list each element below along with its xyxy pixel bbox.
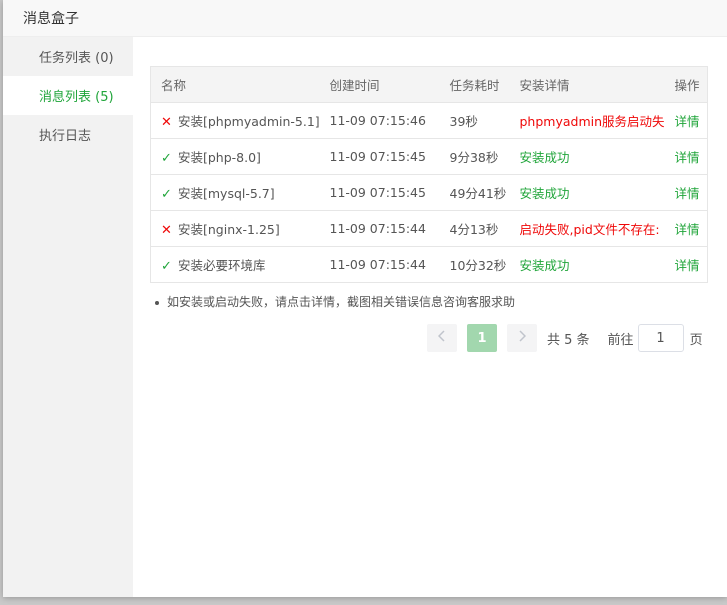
install-detail: 安装成功 <box>509 246 665 283</box>
task-duration: 9分38秒 <box>439 138 510 175</box>
created-time: 11-09 07:15:45 <box>319 138 440 175</box>
column-header-action: 操作 <box>674 78 700 93</box>
task-duration: 39秒 <box>439 102 510 139</box>
task-duration: 10分32秒 <box>439 246 510 283</box>
chevron-right-icon <box>518 330 527 346</box>
task-name: 安装必要环境库 <box>178 258 266 273</box>
check-icon: ✓ <box>161 151 172 166</box>
detail-link[interactable]: 详情 <box>675 222 700 237</box>
table-header-row: 名称 创建时间 任务耗时 安装详情 操作 <box>150 66 708 103</box>
sidebar-item-label: 任务列表 (0) <box>39 51 114 66</box>
install-detail: phpmyadmin服务启动失 <box>509 102 665 139</box>
created-time: 11-09 07:15:44 <box>319 210 440 247</box>
goto-page-input[interactable] <box>637 324 684 352</box>
bullet-icon <box>155 300 159 305</box>
detail-link[interactable]: 详情 <box>675 150 700 165</box>
task-duration: 4分13秒 <box>439 210 510 247</box>
task-name: 安装[mysql-5.7] <box>178 186 275 201</box>
dialog-body: 任务列表 (0) 消息列表 (5) 执行日志 名称 创建时间 任务耗时 安装详情… <box>3 37 727 597</box>
check-icon: ✓ <box>161 187 172 202</box>
install-detail: 启动失败,pid文件不存在: <box>509 210 665 247</box>
column-header-detail: 安装详情 <box>519 78 570 93</box>
table-row: ✓ 安装[mysql-5.7] 11-09 07:15:45 49分41秒 安装成… <box>150 174 708 211</box>
dialog-title: 消息盒子 <box>23 11 79 27</box>
table-row: ✓ 安装必要环境库 11-09 07:15:44 10分32秒 安装成功 详情 <box>150 246 708 283</box>
message-list-panel: 名称 创建时间 任务耗时 安装详情 操作 ✕ 安装[phpmyadmin-5.1]… <box>133 37 727 597</box>
table-row: ✕ 安装[phpmyadmin-5.1] 11-09 07:15:46 39秒 p… <box>150 102 708 139</box>
sidebar-item-exec-log[interactable]: 执行日志 <box>3 115 133 154</box>
task-name: 安装[php-8.0] <box>178 150 261 165</box>
detail-link[interactable]: 详情 <box>675 114 700 129</box>
check-icon: ✓ <box>161 259 172 274</box>
sidebar-item-label: 执行日志 <box>39 129 92 144</box>
page-number-current[interactable]: 1 <box>467 324 497 352</box>
table-row: ✕ 安装[nginx-1.25] 11-09 07:15:44 4分13秒 启动失… <box>150 210 708 247</box>
task-duration: 49分41秒 <box>439 174 510 211</box>
goto-label: 前往 <box>607 332 634 348</box>
prev-page-button[interactable] <box>427 324 457 352</box>
sidebar-item-label: 消息列表 (5) <box>39 90 114 105</box>
task-name: 安装[phpmyadmin-5.1] <box>178 114 320 129</box>
sidebar-item-task-list[interactable]: 任务列表 (0) <box>3 37 133 76</box>
detail-link[interactable]: 详情 <box>675 258 700 273</box>
page-suffix: 页 <box>689 332 703 348</box>
pagination: 1 共 5 条 前往 页 <box>427 324 703 352</box>
dialog-header: 消息盒子 <box>3 0 727 37</box>
help-tip: 如安装或启动失败，请点击详情，截图相关错误信息咨询客服求助 <box>155 293 515 310</box>
detail-link[interactable]: 详情 <box>675 186 700 201</box>
install-detail: 安装成功 <box>509 138 665 175</box>
task-name: 安装[nginx-1.25] <box>178 222 280 237</box>
chevron-left-icon <box>437 330 446 346</box>
install-detail: 安装成功 <box>509 174 665 211</box>
help-tip-text: 如安装或启动失败，请点击详情，截图相关错误信息咨询客服求助 <box>167 295 516 309</box>
created-time: 11-09 07:15:46 <box>319 102 440 139</box>
total-count: 共 5 条 <box>547 332 590 348</box>
sidebar-item-message-list[interactable]: 消息列表 (5) <box>3 76 133 115</box>
message-box-dialog: 消息盒子 任务列表 (0) 消息列表 (5) 执行日志 名称 创建时间 任务耗时… <box>3 0 727 597</box>
close-x-icon: ✕ <box>161 115 172 130</box>
column-header-name: 名称 <box>161 78 187 93</box>
table-row: ✓ 安装[php-8.0] 11-09 07:15:45 9分38秒 安装成功 详… <box>150 138 708 175</box>
column-header-created: 创建时间 <box>329 78 380 93</box>
sidebar: 任务列表 (0) 消息列表 (5) 执行日志 <box>3 37 133 597</box>
created-time: 11-09 07:15:45 <box>319 174 440 211</box>
created-time: 11-09 07:15:44 <box>319 246 440 283</box>
message-table: 名称 创建时间 任务耗时 安装详情 操作 ✕ 安装[phpmyadmin-5.1]… <box>150 66 708 283</box>
close-x-icon: ✕ <box>161 223 172 238</box>
column-header-duration: 任务耗时 <box>449 78 500 93</box>
next-page-button[interactable] <box>507 324 537 352</box>
